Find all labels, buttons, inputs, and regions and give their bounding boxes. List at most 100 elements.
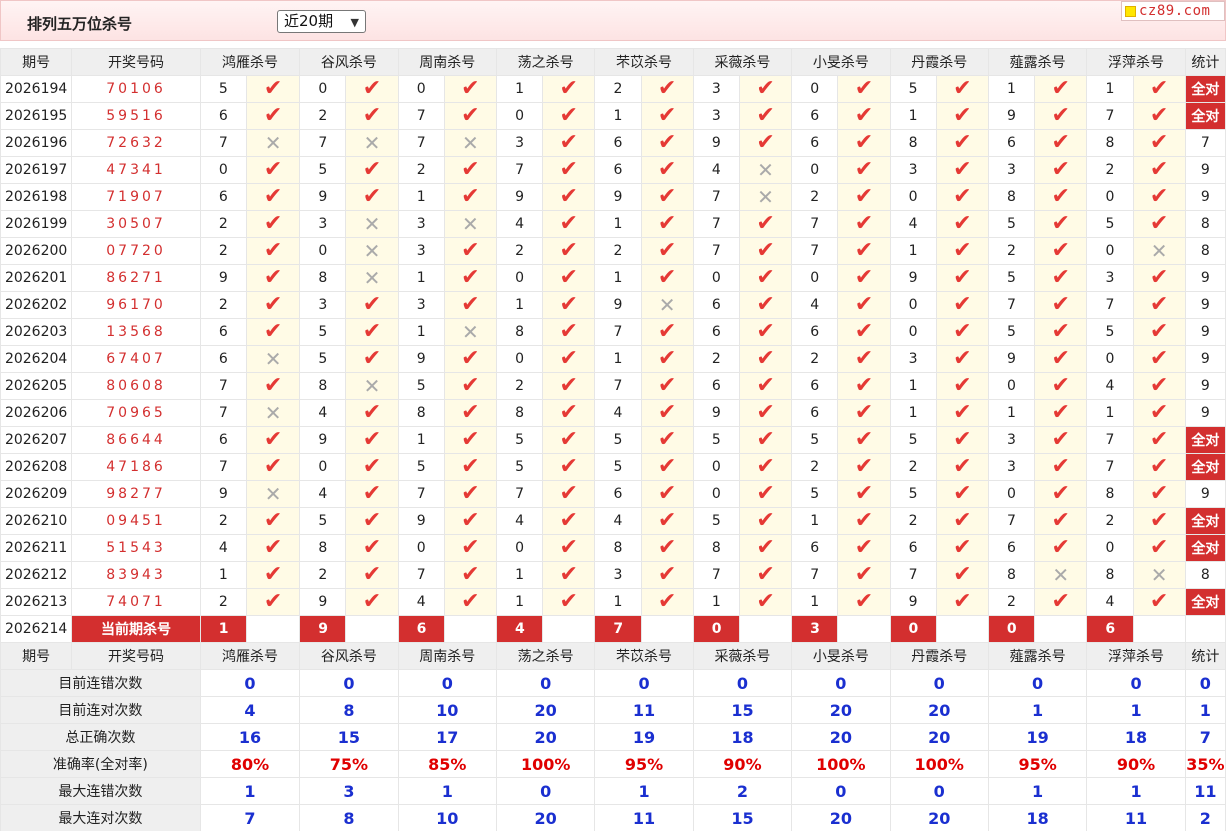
kill-number-cell: 0: [1086, 345, 1134, 373]
stat-cell: 7: [1184, 129, 1226, 157]
result-mark-cell: ✔: [245, 318, 301, 346]
current-kill-number: 1: [199, 615, 247, 643]
issue-cell: 2026197: [0, 156, 73, 184]
kill-number-cell: 4: [299, 480, 347, 508]
table-row: 2026211 51543 4 ✔ 8 ✔ 0 ✔ 0 ✔ 8 ✔ 8 ✔ 6 ✔ 6 ✔ 6 ✔ 0 ✔ 全对: [0, 534, 1226, 562]
result-mark-cell: ✔: [345, 345, 399, 373]
col-header-expert: 浮萍杀号: [1086, 48, 1186, 76]
kill-number-cell: 1: [397, 426, 445, 454]
summary-value: 0: [594, 669, 694, 697]
kill-number-cell: 9: [692, 129, 740, 157]
kill-number-cell: 3: [299, 291, 347, 319]
summary-value: 100%: [791, 750, 891, 778]
check-icon: ✔: [1149, 373, 1169, 398]
draw-number-cell: 59516: [71, 102, 201, 130]
result-mark-cell: ✕: [345, 129, 399, 157]
table-row: 2026196 72632 7 ✕ 7 ✕ 7 ✕ 3 ✔ 6 ✔ 9 ✔ 6 ✔ 8 ✔ 6 ✔ 8 ✔ 7: [0, 129, 1226, 157]
summary-value: 0: [495, 669, 596, 697]
summary-value: 95%: [987, 750, 1088, 778]
all-correct-badge: 全对: [1184, 453, 1226, 481]
empty-cell: [245, 615, 301, 643]
kill-number-cell: 4: [692, 156, 740, 184]
period-select[interactable]: 近20期 ▼: [277, 10, 366, 33]
check-icon: ✔: [1051, 427, 1070, 452]
result-mark-cell: ✔: [245, 210, 301, 238]
check-icon: ✔: [1051, 76, 1070, 101]
kill-number-cell: 0: [692, 264, 740, 292]
kill-number-cell: 7: [791, 237, 839, 265]
kill-number-cell: 0: [889, 318, 937, 346]
check-icon: ✔: [559, 562, 578, 587]
summary-value: 85%: [397, 750, 497, 778]
result-mark-cell: ✔: [542, 507, 596, 535]
check-icon: ✔: [657, 346, 677, 371]
kill-number-cell: 6: [987, 534, 1036, 562]
check-icon: ✔: [854, 427, 874, 452]
check-icon: ✔: [1149, 184, 1169, 209]
check-icon: ✔: [1149, 427, 1169, 452]
current-kill-number: 3: [791, 615, 839, 643]
check-icon: ✔: [559, 508, 578, 533]
result-mark-cell: ✔: [542, 102, 596, 130]
summary-value: 19: [594, 723, 694, 751]
kill-number-cell: 9: [987, 102, 1036, 130]
kill-number-cell: 8: [1086, 129, 1134, 157]
draw-number-cell: 47186: [71, 453, 201, 481]
kill-number-cell: 7: [299, 129, 347, 157]
kill-number-cell: 5: [299, 345, 347, 373]
site-logo[interactable]: cz89.com: [1121, 1, 1225, 21]
issue-cell: 2026205: [0, 372, 73, 400]
kill-number-cell: 5: [692, 507, 740, 535]
kill-number-cell: 7: [199, 399, 247, 427]
kill-number-cell: 2: [889, 507, 937, 535]
summary-value: 90%: [1086, 750, 1186, 778]
kill-number-cell: 9: [594, 183, 642, 211]
kill-number-cell: 7: [1086, 426, 1134, 454]
kill-number-cell: 5: [889, 75, 937, 103]
check-icon: ✔: [854, 184, 874, 209]
empty-cell: [935, 615, 989, 643]
check-icon: ✔: [657, 76, 677, 101]
result-mark-cell: ✕: [245, 345, 301, 373]
kill-number-cell: 1: [791, 507, 839, 535]
check-icon: ✔: [953, 589, 972, 614]
kill-number-cell: 6: [791, 399, 839, 427]
kill-number-cell: 7: [987, 291, 1036, 319]
kill-number-cell: 5: [692, 426, 740, 454]
result-mark-cell: ✔: [443, 291, 497, 319]
check-icon: ✔: [263, 319, 283, 344]
result-mark-cell: ✔: [345, 75, 399, 103]
col-header-stat: 统计: [1184, 642, 1226, 670]
check-icon: ✔: [854, 481, 874, 506]
all-correct-badge: 全对: [1184, 534, 1226, 562]
result-mark-cell: ✔: [837, 561, 891, 589]
result-mark-cell: ✔: [837, 237, 891, 265]
col-header-expert: 谷风杀号: [299, 642, 399, 670]
draw-number-cell: 83943: [71, 561, 201, 589]
draw-number-cell: 70965: [71, 399, 201, 427]
kill-number-cell: 9: [299, 426, 347, 454]
kill-number-cell: 1: [495, 291, 544, 319]
check-icon: ✔: [263, 265, 283, 290]
current-kill-number: 6: [1086, 615, 1134, 643]
result-mark-cell: ✔: [935, 588, 989, 616]
kill-number-cell: 5: [495, 453, 544, 481]
check-icon: ✔: [657, 454, 677, 479]
summary-value: 0: [199, 669, 301, 697]
kill-number-cell: 3: [987, 426, 1036, 454]
issue-cell: 2026198: [0, 183, 73, 211]
col-header-expert: 采薇杀号: [692, 642, 793, 670]
kill-number-cell: 6: [889, 534, 937, 562]
kill-number-cell: 9: [889, 264, 937, 292]
check-icon: ✔: [362, 589, 382, 614]
result-mark-cell: ✕: [443, 318, 497, 346]
cross-icon: ✕: [1052, 562, 1070, 587]
summary-value: 20: [495, 804, 596, 831]
check-icon: ✔: [461, 373, 480, 398]
kill-number-cell: 2: [692, 345, 740, 373]
check-icon: ✔: [263, 535, 283, 560]
result-mark-cell: ✔: [1034, 264, 1088, 292]
kill-number-cell: 8: [299, 534, 347, 562]
summary-label: 最大连错次数: [0, 777, 201, 805]
current-kill-label: 当前期杀号: [71, 615, 201, 643]
